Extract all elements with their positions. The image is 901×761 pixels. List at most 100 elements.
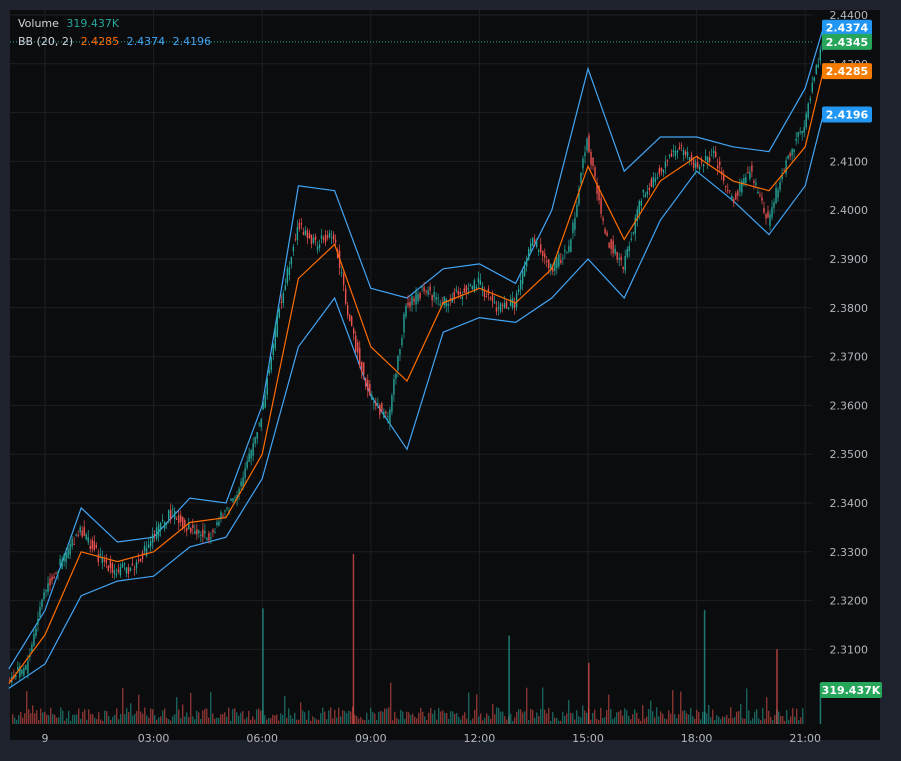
candle-body	[729, 190, 731, 192]
candle-body	[109, 560, 112, 568]
candle-body	[45, 590, 47, 592]
candle-body	[485, 296, 488, 298]
volume-legend[interactable]: Volume 319.437K	[18, 17, 123, 30]
volume-bar	[646, 716, 648, 724]
candle-body	[793, 149, 795, 152]
candle-body	[320, 235, 323, 239]
candle-body	[280, 301, 283, 303]
time-tick-label: 09:00	[355, 732, 387, 745]
candle-body	[202, 529, 204, 537]
volume-bar	[566, 713, 568, 724]
candle-body	[517, 289, 520, 293]
volume-bar	[382, 711, 384, 724]
volume-bar	[682, 710, 684, 724]
candle-body	[503, 302, 506, 308]
candle-body	[81, 530, 83, 537]
volume-bar	[376, 720, 378, 724]
volume-bar	[266, 719, 268, 724]
candle-body	[314, 236, 317, 240]
candle-body	[670, 153, 673, 157]
volume-spike-0	[262, 608, 264, 724]
candle-body	[242, 477, 244, 487]
volume-bar	[340, 716, 342, 724]
volume-bar	[292, 718, 294, 724]
candle-body	[457, 291, 459, 295]
volume-bar	[346, 713, 348, 724]
volume-bar	[316, 719, 318, 724]
volume-bar	[272, 714, 274, 724]
volume-bar	[152, 709, 154, 724]
price-chart[interactable]: 2.44002.43002.42002.41002.40002.39002.38…	[0, 0, 901, 761]
candle-body	[119, 566, 122, 576]
candle-body	[698, 166, 701, 170]
volume-bar	[296, 719, 298, 724]
volume-bar	[700, 719, 702, 724]
volume-bar	[782, 716, 784, 724]
candle-body	[700, 161, 703, 163]
candle-body	[660, 167, 663, 172]
volume-bar	[488, 715, 490, 724]
candle-body	[381, 403, 383, 412]
candle-body	[686, 151, 689, 157]
candle-body	[67, 548, 69, 558]
volume-bar	[244, 719, 246, 724]
volume-bar	[428, 712, 430, 724]
volume-bar	[698, 712, 700, 724]
candle-body	[383, 411, 385, 418]
volume-bar	[644, 718, 646, 724]
volume-bar	[406, 711, 408, 724]
volume-bar	[446, 713, 448, 724]
candle-body	[131, 563, 134, 566]
price-tick-label: 2.3700	[830, 351, 869, 364]
candle-body	[91, 540, 93, 549]
candle-body	[459, 291, 461, 295]
candle-body	[258, 423, 260, 425]
price-badge-label-1: 2.4345	[826, 36, 868, 49]
volume-bar	[748, 710, 750, 724]
candle-body	[324, 234, 327, 243]
candle-body	[708, 157, 711, 162]
candle-body	[55, 572, 57, 574]
volume-bar	[256, 709, 258, 724]
candle-body	[666, 160, 669, 162]
volume-bar	[88, 709, 90, 724]
candle-body	[129, 568, 132, 572]
volume-bar	[660, 711, 662, 724]
candle-body	[576, 204, 578, 217]
volume-bar	[326, 719, 328, 724]
bb-legend[interactable]: BB (20, 2) 2.4285 2.4374 2.4196	[18, 35, 215, 48]
candle-body	[658, 168, 661, 174]
volume-bar	[40, 708, 42, 724]
volume-bar	[794, 716, 796, 724]
volume-bar	[394, 711, 396, 724]
candle-body	[688, 157, 691, 161]
candle-body	[461, 296, 464, 299]
candle-body	[353, 328, 355, 334]
candle-body	[731, 195, 733, 200]
volume-bar	[472, 718, 474, 724]
volume-bar	[624, 708, 626, 724]
candle-body	[642, 189, 645, 193]
volume-bar	[42, 712, 44, 724]
candle-body	[737, 191, 739, 196]
candle-body	[57, 571, 59, 574]
volume-bar	[114, 714, 116, 724]
candle-body	[704, 155, 707, 161]
candle-body	[435, 297, 437, 300]
candle-body	[49, 578, 51, 586]
volume-bar	[350, 711, 352, 724]
volume-bar	[360, 717, 362, 724]
candle-body	[807, 103, 809, 118]
volume-bar	[590, 719, 592, 724]
candle-body	[121, 563, 124, 568]
volume-bar	[526, 687, 528, 724]
volume-bar	[132, 715, 134, 724]
volume-bar	[720, 719, 722, 724]
candle-body	[163, 522, 166, 529]
candle-body	[542, 250, 544, 257]
candle-body	[306, 230, 309, 239]
candle-body	[538, 250, 540, 252]
volume-bar	[362, 719, 364, 724]
volume-bar	[410, 714, 412, 724]
volume-bar	[670, 713, 672, 724]
